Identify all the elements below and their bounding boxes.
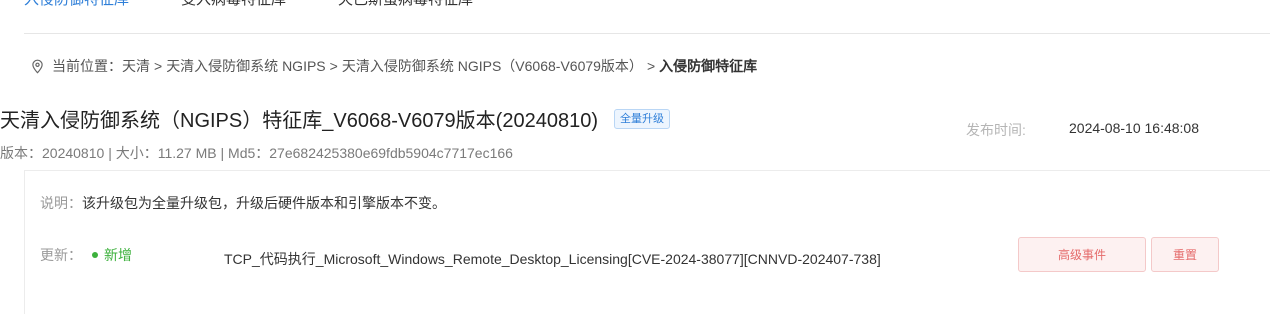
page: 入侵防御特征库 变入病毒特征库 天已斯蛋病毒特征库 当前位置： 天清 > 天清入… bbox=[0, 0, 1270, 314]
update-signature-text: TCP_代码执行_Microsoft_Windows_Remote_Deskto… bbox=[224, 251, 881, 267]
publish-time-value: 2024-08-10 16:48:08 bbox=[1069, 120, 1199, 136]
breadcrumb-item-ngips[interactable]: 天清入侵防御系统 NGIPS bbox=[166, 56, 325, 76]
update-type: 新增 bbox=[92, 245, 132, 265]
breadcrumb-prefix: 当前位置： bbox=[52, 58, 122, 74]
breadcrumb-item-home[interactable]: 天清 bbox=[122, 56, 150, 76]
size-label: 大小： bbox=[115, 145, 158, 161]
severity-tag: 高级事件 bbox=[1018, 237, 1146, 272]
update-type-text: 新增 bbox=[104, 247, 132, 263]
breadcrumb-item-ngips-version[interactable]: 天清入侵防御系统 NGIPS（V6068-V6079版本） bbox=[342, 56, 643, 76]
tab-other-virus-signatures[interactable]: 天已斯蛋病毒特征库 bbox=[338, 0, 473, 8]
tab-bar: 入侵防御特征库 变入病毒特征库 天已斯蛋病毒特征库 bbox=[24, 0, 473, 8]
breadcrumb-separator: > bbox=[329, 58, 338, 74]
description-label: 说明： bbox=[40, 195, 82, 211]
meta-separator: | bbox=[220, 145, 225, 161]
action-tag: 重置 bbox=[1151, 237, 1219, 272]
md5-label: Md5： bbox=[228, 145, 270, 161]
tab-virus-signatures[interactable]: 变入病毒特征库 bbox=[181, 0, 286, 8]
meta-separator: | bbox=[108, 145, 112, 161]
breadcrumb-separator: > bbox=[154, 58, 163, 74]
version-label: 版本： bbox=[0, 145, 42, 161]
divider bbox=[24, 33, 1270, 34]
tab-ips-signatures[interactable]: 入侵防御特征库 bbox=[24, 0, 129, 8]
breadcrumb: 当前位置： 天清 > 天清入侵防御系统 NGIPS > 天清入侵防御系统 NGI… bbox=[30, 56, 757, 76]
version-value: 20240810 bbox=[42, 145, 105, 161]
status-dot-icon bbox=[92, 252, 98, 258]
title-row: 天清入侵防御系统（NGIPS）特征库_V6068-V6079版本(2024081… bbox=[0, 104, 670, 133]
md5-value: 27e682425380e69fdb5904c7717ec166 bbox=[269, 145, 513, 161]
breadcrumb-separator: > bbox=[646, 58, 656, 74]
location-icon bbox=[30, 59, 45, 74]
page-title: 天清入侵防御系统（NGIPS）特征库_V6068-V6079版本(2024081… bbox=[0, 110, 598, 132]
description-text: 该升级包为全量升级包，升级后硬件版本和引擎版本不变。 bbox=[82, 195, 446, 211]
upgrade-type-badge: 全量升级 bbox=[614, 108, 670, 129]
publish-time-label: 发布时间: bbox=[966, 122, 1026, 138]
description-row: 说明：该升级包为全量升级包，升级后硬件版本和引擎版本不变。 bbox=[40, 193, 446, 213]
package-meta: 版本：20240810 | 大小：11.27 MB | Md5：27e68242… bbox=[0, 143, 513, 163]
breadcrumb-current: 入侵防御特征库 bbox=[659, 58, 758, 74]
size-value: 11.27 MB bbox=[157, 145, 217, 161]
update-label: 更新： bbox=[40, 247, 82, 263]
